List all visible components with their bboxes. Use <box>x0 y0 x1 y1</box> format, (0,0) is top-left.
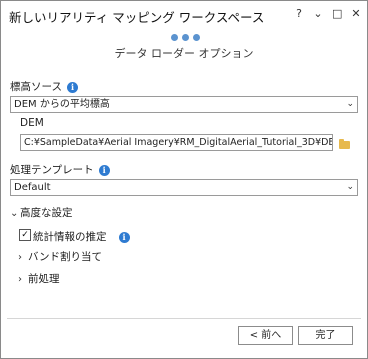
estimate-statistics-row: 統計情報の推定 i <box>33 229 130 244</box>
folder-icon[interactable] <box>339 139 350 149</box>
dialog-window: 新しいリアリティ マッピング ワークスペース ? ⌄ □ ✕ データ ローダー … <box>0 0 368 359</box>
options-chevron-icon[interactable]: ⌄ <box>313 7 323 21</box>
elevation-source-value: DEM からの平均標高 <box>14 99 110 110</box>
preprocessing-label: 前処理 <box>28 273 60 285</box>
step-dot <box>193 34 200 41</box>
processing-template-select[interactable]: Default ⌄ <box>10 179 358 196</box>
chevron-down-icon: ⌄ <box>346 99 354 109</box>
processing-template-label: 処理テンプレート <box>10 164 94 176</box>
title-bar: 新しいリアリティ マッピング ワークスペース ? ⌄ □ ✕ <box>1 1 367 29</box>
chevron-down-icon: ⌄ <box>346 182 354 192</box>
band-assignment-label: バンド割り当て <box>28 251 103 263</box>
dem-label: DEM <box>20 117 44 129</box>
preprocessing-header[interactable]: › 前処理 <box>18 271 60 286</box>
estimate-statistics-checkbox[interactable]: ✓ <box>19 229 31 241</box>
help-icon[interactable]: ? <box>294 7 304 21</box>
step-dot <box>171 34 178 41</box>
step-indicator <box>171 34 200 41</box>
band-assignment-header[interactable]: › バンド割り当て <box>18 249 102 264</box>
elevation-source-label: 標高ソース <box>10 81 62 93</box>
restore-icon[interactable]: □ <box>332 7 342 21</box>
window-title: 新しいリアリティ マッピング ワークスペース <box>9 10 265 25</box>
chevron-right-icon: › <box>18 274 22 285</box>
elevation-source-label-row: 標高ソース i <box>10 79 78 94</box>
info-icon[interactable]: i <box>98 164 110 176</box>
window-controls: ? ⌄ □ ✕ <box>294 7 361 21</box>
advanced-settings-label: 高度な設定 <box>20 207 73 219</box>
step-dot <box>182 34 189 41</box>
chevron-down-icon: ⌄ <box>10 208 19 219</box>
elevation-source-select[interactable]: DEM からの平均標高 ⌄ <box>10 96 358 113</box>
dem-path-input[interactable]: C:¥SampleData¥Aerial Imagery¥RM_DigitalA… <box>20 134 333 151</box>
estimate-statistics-label: 統計情報の推定 <box>33 231 107 243</box>
info-icon[interactable]: i <box>66 81 78 93</box>
processing-template-label-row: 処理テンプレート i <box>10 162 110 177</box>
advanced-settings-header[interactable]: ⌄ 高度な設定 <box>10 205 73 220</box>
step-title: データ ローダー オプション <box>114 47 254 60</box>
back-button[interactable]: < 前へ <box>238 326 293 345</box>
close-icon[interactable]: ✕ <box>351 7 361 21</box>
processing-template-value: Default <box>14 182 51 193</box>
footer-divider <box>7 318 361 319</box>
chevron-right-icon: › <box>18 252 22 263</box>
finish-button[interactable]: 完了 <box>298 326 353 345</box>
info-icon[interactable]: i <box>118 231 130 243</box>
